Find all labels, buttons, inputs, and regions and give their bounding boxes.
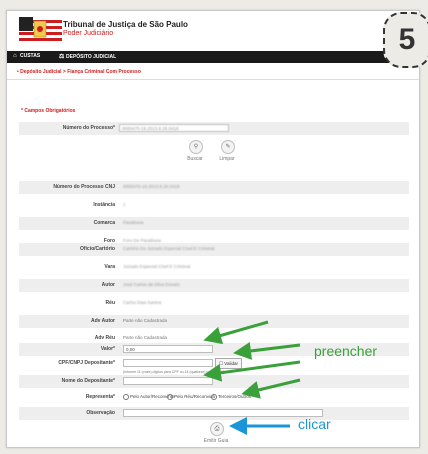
annotation-arrows — [203, 320, 301, 435]
arrow-representa — [241, 378, 301, 399]
arrow-valor — [203, 320, 269, 345]
arrow-nome — [203, 360, 301, 382]
arrow-cpf — [233, 341, 301, 360]
clicar-label: clicar — [298, 416, 331, 432]
preencher-label: preencher — [314, 343, 378, 359]
